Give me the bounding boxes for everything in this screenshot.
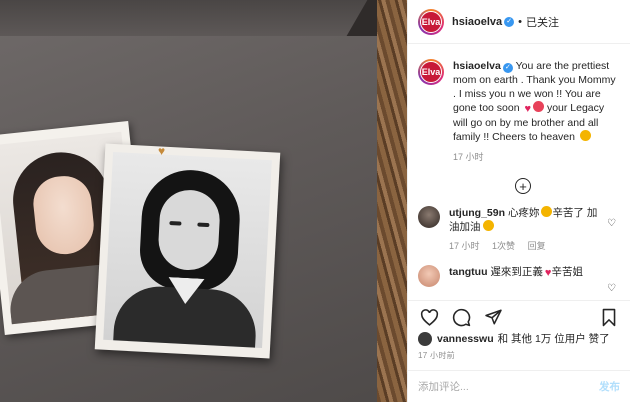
comment-like-heart-icon[interactable]: ♡: [607, 218, 616, 229]
heart-sticker-icon: ♥: [158, 144, 166, 158]
heart-face-emoji-icon: [533, 101, 545, 112]
comment-time[interactable]: 17 小时: [449, 241, 480, 251]
liked-by-summary[interactable]: vannesswu 和 其他 1万 位用户 赞了: [408, 327, 630, 346]
author-avatar-label: Elva: [420, 10, 442, 33]
comment-likes[interactable]: 1次赞: [492, 241, 515, 251]
load-more-comments-icon[interactable]: +: [515, 178, 531, 194]
post-timestamp[interactable]: 17 小时前: [408, 346, 630, 361]
add-comment-bar: 发布: [408, 370, 630, 402]
post-actions: vannesswu 和 其他 1万 位用户 赞了 17 小时前: [408, 300, 630, 361]
commenter-username[interactable]: utjung_59n: [449, 207, 505, 219]
commenter-avatar[interactable]: [418, 265, 440, 287]
smile-emoji-icon: [579, 130, 591, 141]
liked-by-rest[interactable]: 和 其他 1万 位用户 赞了: [498, 331, 610, 346]
like-heart-icon[interactable]: [418, 307, 440, 327]
red-heart-emoji-icon: ♥: [524, 103, 532, 115]
crying-emoji-icon: [541, 206, 553, 217]
save-bookmark-icon[interactable]: [598, 307, 620, 327]
liker-avatar: [418, 331, 432, 346]
comment-bubble-icon[interactable]: [450, 307, 472, 327]
share-send-icon[interactable]: [482, 307, 504, 327]
reply-button[interactable]: 回复: [528, 241, 546, 251]
comment-text: 心疼妳: [507, 207, 540, 219]
caption-avatar[interactable]: Elva: [418, 59, 444, 85]
commenter-avatar[interactable]: [418, 206, 440, 228]
add-comment-input[interactable]: [418, 380, 599, 393]
post-comment-button[interactable]: 发布: [599, 379, 620, 394]
post-detail-panel: Elva hsiaoelva ✓ • 已关注 Elva hsiaoelva ✓ Y…: [407, 0, 630, 402]
post-caption: Elva hsiaoelva ✓ You are the prettiest mo…: [408, 45, 630, 164]
liked-by-username[interactable]: vannesswu: [437, 333, 494, 345]
comment-item: utjung_59n 心疼妳 辛苦了 加油加油 17 小时 1次赞 回复 ♡: [408, 194, 630, 253]
author-avatar[interactable]: Elva: [418, 8, 444, 35]
verified-badge-icon: ✓: [502, 63, 513, 73]
photo-background-edge: [0, 0, 390, 36]
follow-status-button[interactable]: 已关注: [526, 14, 559, 30]
verified-badge-icon: ✓: [504, 16, 515, 27]
caption-avatar-label: Elva: [420, 61, 442, 83]
post-header: Elva hsiaoelva ✓ • 已关注: [408, 0, 630, 44]
portrait-bw-photo: [94, 143, 281, 359]
smile-emoji-icon: [482, 220, 494, 231]
comment-text-2: 辛苦姐: [551, 266, 583, 278]
comment-like-heart-icon[interactable]: ♡: [607, 283, 616, 294]
comment-item: tangtuu 遲來到正義 ♥辛苦姐 ♡: [408, 253, 630, 294]
post-photo[interactable]: ♥: [0, 0, 407, 402]
caption-username[interactable]: hsiaoelva: [453, 60, 501, 72]
commenter-username[interactable]: tangtuu: [449, 266, 488, 278]
header-separator: •: [518, 15, 522, 28]
comment-text: 遲來到正義: [490, 266, 543, 278]
photo-background-wood: [377, 0, 407, 402]
author-username[interactable]: hsiaoelva: [452, 16, 502, 28]
caption-time[interactable]: 17 小时: [453, 150, 618, 164]
comments-list[interactable]: Elva hsiaoelva ✓ You are the prettiest mo…: [408, 45, 630, 295]
